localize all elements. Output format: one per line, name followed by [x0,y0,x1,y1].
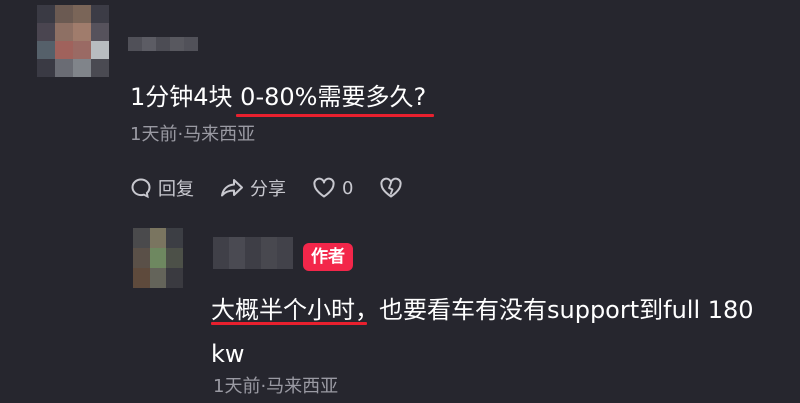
red-underline [236,114,434,117]
comment-text: 1分钟4块 0-80%需要多久? [130,80,426,114]
reply-button[interactable]: 回复 [130,175,194,201]
reply-text: 大概半个小时，也要看车有没有support到full 180 kw [211,296,754,368]
comment-meta: 1天前·马来西亚 [130,124,256,145]
share-label: 分享 [250,179,286,200]
dislike-button[interactable] [379,177,409,199]
comment-text-part1: 1分钟4块 [130,83,241,111]
share-arrow-icon [221,179,243,197]
avatar[interactable] [37,5,109,77]
reply-meta: 1天前·马来西亚 [213,376,339,397]
reply-username[interactable] [213,237,293,269]
comment-text-part2: 0-80%需要多久? [240,83,427,111]
heart-icon [313,177,335,198]
comment-actions: 回复 分享 0 [130,176,435,200]
reply-label: 回复 [158,179,194,200]
share-button[interactable]: 分享 [220,175,286,201]
reply-avatar[interactable] [133,228,183,288]
author-badge: 作者 [303,243,353,271]
username[interactable] [128,37,198,51]
speech-bubble-icon [131,178,151,199]
like-count: 0 [342,177,354,199]
broken-heart-icon [380,177,403,198]
like-button[interactable]: 0 [312,177,353,199]
red-underline [211,322,367,325]
